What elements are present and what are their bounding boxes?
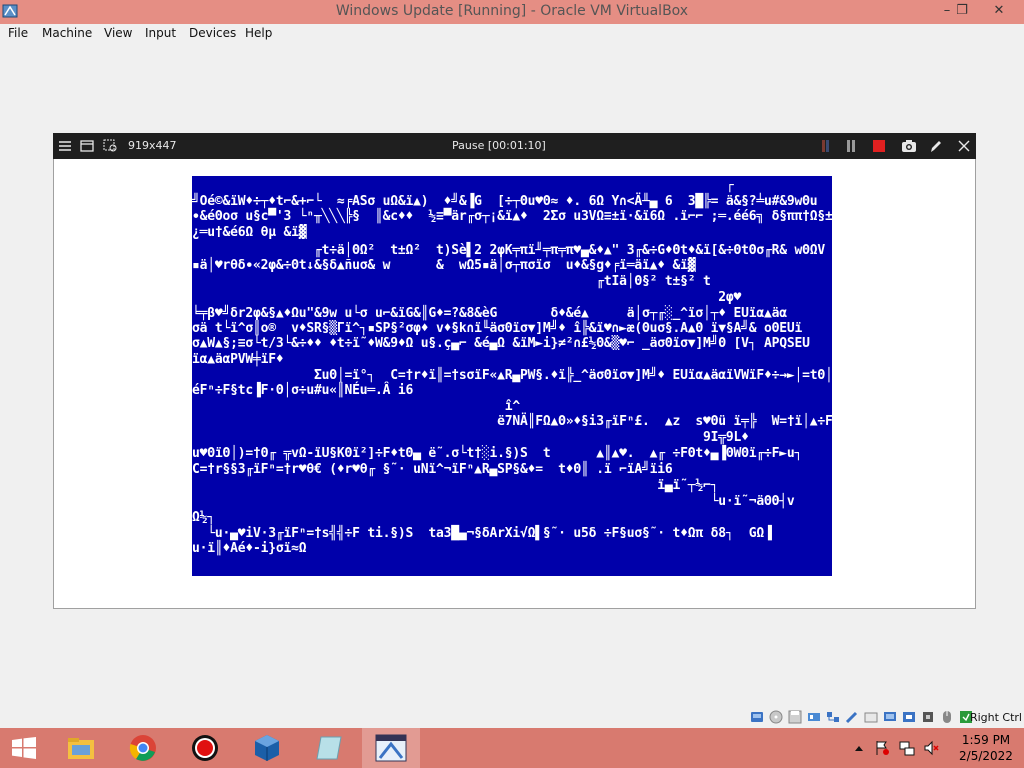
pause-icon[interactable] — [845, 138, 857, 154]
usb-icon[interactable] — [845, 710, 859, 724]
pen-icon[interactable] — [929, 138, 943, 154]
guest-screen-line: ï▄ï˜┬½⌐┐ — [192, 478, 719, 493]
recording-status: Pause [00:01:10] — [452, 139, 546, 152]
guest-screen-line: ïα▲äαPVW╪ïF♦ — [192, 352, 284, 367]
taskbar-chrome[interactable] — [114, 728, 172, 768]
guest-screen-line: ∙&éΘoσ u§c▀'3 └ⁿ╥╲╲╲╠§ ║&c♦♦ ½≡▀är╓σ┬¡&ï… — [192, 209, 832, 224]
audio-icon[interactable] — [807, 710, 821, 724]
show-hidden-icons-icon[interactable] — [854, 744, 864, 752]
menu-input[interactable]: Input — [145, 26, 176, 40]
cpu-icon[interactable] — [921, 710, 935, 724]
mouse-integration-icon[interactable] — [940, 710, 954, 724]
guest-screen-line: σä t└ï^σ║ο® v♦SR§▒Γï^┐▪SP§²σφ♦ v♦§k∩ï╙äσ… — [192, 321, 803, 336]
guest-screen-line: 2φ♥ — [192, 290, 742, 305]
camera-icon[interactable] — [901, 138, 917, 154]
network-tray-icon[interactable] — [899, 740, 915, 756]
notes-icon — [316, 736, 342, 760]
record-icon — [192, 735, 218, 761]
action-center-flag-icon[interactable] — [874, 740, 890, 756]
guest-screen-line: ╓tIä│Θ§² t±§² t — [192, 274, 711, 289]
guest-screen-line: ╘╤β♥╝δr2φ&§▲♦Ωu"&9w u└σ u⌐&ïG&║G♦=?&8&èG… — [192, 306, 787, 321]
region-select-icon[interactable] — [103, 138, 119, 154]
guest-screen-line: ë7NÄ║FΩ▲Θ»♦§i3╓ïFⁿ£. ▲z s♥Θü ï╤╠ W=†ï│▲÷… — [192, 414, 832, 429]
close-capture-icon[interactable] — [957, 138, 971, 154]
shared-folders-icon[interactable] — [864, 710, 878, 724]
volume-level-icon — [822, 140, 829, 152]
taskbar-file-explorer[interactable] — [52, 728, 110, 768]
guest-screen-line: î^ — [192, 399, 520, 414]
menu-devices[interactable]: Devices — [189, 26, 236, 40]
windows-logo-icon — [12, 737, 36, 759]
status-bar: Right Ctrl — [0, 708, 1024, 728]
host-key-label: Right Ctrl — [969, 711, 1022, 724]
taskbar-vm-window[interactable] — [362, 728, 420, 768]
folder-icon — [68, 738, 94, 759]
chrome-icon — [129, 735, 156, 761]
menu-help[interactable]: Help — [245, 26, 272, 40]
guest-screen[interactable]: ┌ ╝Oé©&ïW♦÷┬♦t⌐&+⌐└ ≈╒ASσ uΩ&ï▲) ♦╝&▐G [÷… — [192, 176, 832, 576]
video-capture-icon[interactable] — [902, 710, 916, 724]
display-icon[interactable] — [883, 710, 897, 724]
volume-muted-icon[interactable] — [924, 740, 940, 756]
guest-screen-line: u♥ΘïΘ│)=†Θ╓ ╦vΩ-ïU§KΘï²]÷F♦tΘ▄ ë˜.σ└t†░i… — [192, 446, 803, 461]
guest-screen-line: ┌ — [192, 178, 734, 193]
clock-date: 2/5/2022 — [959, 749, 1013, 763]
window-icon[interactable] — [80, 138, 94, 154]
taskbar-virtualbox[interactable] — [238, 728, 296, 768]
system-tray — [850, 728, 950, 768]
taskbar: 1:59 PM 2/5/2022 — [0, 728, 1024, 768]
window-titlebar: Windows Update [Running] - Oracle VM Vir… — [0, 0, 1024, 24]
guest-screen-line: éFⁿ÷F§tc▐F·Θ│σ÷u#u«║NÉu═.Â i6 — [192, 383, 414, 398]
virtualbox-cube-icon — [255, 735, 279, 761]
close-button[interactable]: ✕ — [984, 0, 1014, 22]
taskbar-clock[interactable]: 1:59 PM 2/5/2022 — [956, 732, 1016, 764]
guest-screen-line: Ω½┐ — [192, 510, 215, 525]
clock-time: 1:59 PM — [961, 733, 1011, 747]
start-button[interactable] — [0, 728, 48, 768]
guest-screen-line: ╝Oé©&ïW♦÷┬♦t⌐&+⌐└ ≈╒ASσ uΩ&ï▲) ♦╝&▐G [÷┬… — [192, 194, 818, 209]
guest-screen-line: └u·ï˜¬äΘΘ┤v — [192, 494, 795, 509]
taskbar-notes[interactable] — [300, 728, 358, 768]
vm-window-icon — [375, 734, 407, 762]
menu-icon[interactable] — [58, 138, 72, 154]
guest-screen-line: u·ï║♦Aé♦-i}σï≈Ω — [192, 541, 307, 556]
capture-toolbar: 919x447 Pause [00:01:10] — [53, 133, 976, 159]
guest-screen-line: 9I╦9L♦ — [192, 430, 749, 445]
restore-button[interactable]: ❐ — [947, 0, 977, 22]
guest-screen-line: ▪ä│♥rθδ∙«2φ&÷Θt↓&§δ▲ñuσ& w & wΩ5▪ä│σ┬πσï… — [192, 258, 696, 273]
floppy-icon[interactable] — [788, 710, 802, 724]
guest-screen-line: σ▲W▲§;≡σ└t/3└&÷♦♦ ♦t÷ï˜♦W&9♦Ω u§.ç▄⌐ &é▄… — [192, 336, 810, 351]
guest-screen-line: C=†r§§3╓ïFⁿ=†r♥θ€ (♦r♥θ╓ §˜· uNï^¬ïFⁿ▲R▄… — [192, 462, 673, 477]
menu-file[interactable]: File — [8, 26, 28, 40]
menu-bar: File Machine View Input Devices Help — [0, 24, 1024, 44]
hard-disk-icon[interactable] — [750, 710, 764, 724]
menu-view[interactable]: View — [104, 26, 132, 40]
network-icon[interactable] — [826, 710, 840, 724]
guest-screen-line: └u·▄♥iV·3╓ïFⁿ=†s╣╣÷F ti.§)S ta3█▄¬§δArXi… — [192, 526, 772, 541]
menu-machine[interactable]: Machine — [42, 26, 92, 40]
guest-screen-line: ΣuΘ│=ï°┐ C=†r♦ï║=†sσïF«▲R▄PW§.♦ï╠_^äσΘïσ… — [192, 368, 832, 383]
guest-screen-line: ╓t÷ä│ΘΩ² t±Ω² t)Sè▌2 2φK╤πï╜╤π╤π♥▄&♦▲" 3… — [192, 243, 826, 258]
taskbar-recorder[interactable] — [176, 728, 234, 768]
capture-dimensions: 919x447 — [128, 139, 177, 152]
optical-drive-icon[interactable] — [769, 710, 783, 724]
guest-screen-line: ¿═u†&é6Ω θµ &ï▓ — [192, 225, 307, 240]
stop-icon[interactable] — [872, 138, 886, 154]
window-title: Windows Update [Running] - Oracle VM Vir… — [335, 3, 689, 19]
